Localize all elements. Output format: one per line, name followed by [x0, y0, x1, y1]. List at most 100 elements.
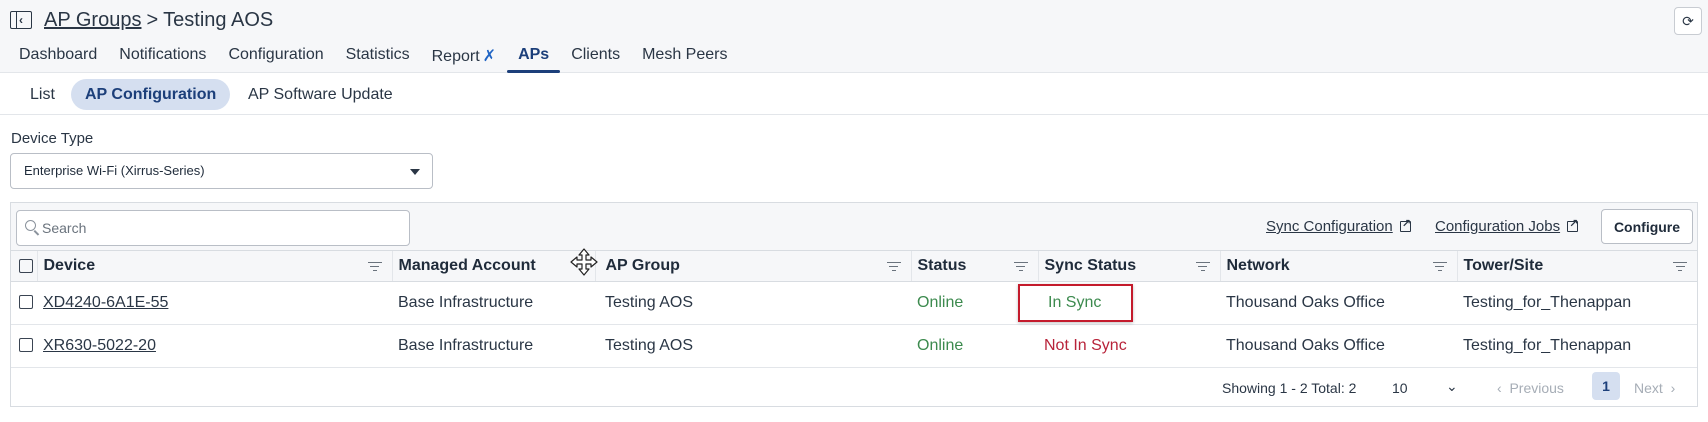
- row-select-cell: [11, 281, 37, 325]
- device-cell: XD4240-6A1E-55: [37, 281, 392, 325]
- next-label: Next: [1634, 380, 1663, 396]
- column-header-status[interactable]: Status: [911, 251, 1039, 282]
- ap-grid: Sync Configuration Configuration Jobs Co…: [10, 202, 1698, 407]
- device-link[interactable]: XD4240-6A1E-55: [43, 294, 168, 311]
- sync-status-cell: In Sync: [1018, 281, 1220, 325]
- table-row[interactable]: XD4240-6A1E-55 Base Infrastructure Testi…: [11, 281, 1697, 325]
- tab-label: Notifications: [119, 46, 207, 63]
- table-header-row: Device Managed Account AP Group Status S…: [11, 251, 1697, 282]
- tower-site-cell: Testing_for_Thenappan: [1457, 324, 1697, 368]
- chevron-right-icon: ›: [1670, 380, 1676, 396]
- xirrus-x-icon: ✗: [482, 48, 497, 65]
- column-header-network[interactable]: Network: [1220, 251, 1458, 282]
- next-page-button[interactable]: Next ›: [1634, 380, 1675, 396]
- tab-dashboard[interactable]: Dashboard: [8, 40, 108, 73]
- ap-table: Device Managed Account AP Group Status S…: [11, 251, 1697, 368]
- refresh-icon: ⟳: [1682, 12, 1694, 29]
- managed-account-cell: Base Infrastructure: [392, 281, 595, 325]
- tab-label: Dashboard: [19, 46, 98, 63]
- column-label: Sync Status: [1044, 256, 1137, 274]
- column-label: Network: [1226, 256, 1290, 274]
- column-label: Managed Account: [398, 256, 536, 274]
- breadcrumb-ap-groups[interactable]: AP Groups: [44, 9, 141, 31]
- filter-icon[interactable]: [1195, 262, 1210, 271]
- filter-icon[interactable]: [1013, 262, 1028, 271]
- network-cell: Thousand Oaks Office: [1220, 324, 1457, 368]
- chevron-down-icon[interactable]: ⌄: [1446, 378, 1458, 395]
- device-type-label: Device Type: [11, 130, 94, 147]
- external-link-icon: [1399, 217, 1411, 232]
- filter-icon[interactable]: [1673, 262, 1687, 271]
- tab-report[interactable]: Report ✗: [421, 40, 507, 73]
- tower-site-cell: Testing_for_Thenappan: [1457, 281, 1697, 325]
- refresh-button[interactable]: ⟳: [1674, 7, 1702, 35]
- main-tabs: Dashboard Notifications Configuration St…: [8, 40, 738, 73]
- configuration-jobs-label: Configuration Jobs: [1435, 218, 1561, 235]
- status-cell: Online: [911, 324, 1038, 368]
- tab-configuration[interactable]: Configuration: [217, 40, 334, 73]
- sync-configuration-link[interactable]: Sync Configuration: [1266, 217, 1411, 235]
- row-checkbox[interactable]: [19, 338, 33, 353]
- column-header-tower-site[interactable]: Tower/Site: [1457, 251, 1697, 282]
- tab-label: Mesh Peers: [642, 46, 728, 63]
- column-header-device[interactable]: Device: [37, 251, 393, 282]
- tab-notifications[interactable]: Notifications: [108, 40, 217, 73]
- device-link[interactable]: XR630-5022-20: [43, 337, 156, 354]
- grid-toolbar: Sync Configuration Configuration Jobs Co…: [11, 203, 1697, 251]
- configuration-jobs-link[interactable]: Configuration Jobs: [1435, 217, 1578, 235]
- select-all-cell: [11, 251, 38, 282]
- chevron-left-icon: ‹: [1497, 380, 1502, 396]
- search-icon: [25, 220, 36, 231]
- tab-clients[interactable]: Clients: [560, 40, 631, 73]
- device-type-select[interactable]: Enterprise Wi-Fi (Xirrus-Series): [10, 153, 433, 189]
- tab-aps[interactable]: APs: [507, 40, 561, 73]
- breadcrumb-separator: >: [146, 8, 159, 31]
- tab-statistics[interactable]: Statistics: [335, 40, 421, 73]
- column-header-sync-status[interactable]: Sync Status: [1038, 251, 1221, 282]
- subtab-ap-configuration[interactable]: AP Configuration: [71, 79, 231, 110]
- sync-status-highlight: In Sync: [1018, 283, 1134, 322]
- previous-label: Previous: [1509, 380, 1564, 396]
- external-link-icon: [1567, 217, 1578, 232]
- column-label: Status: [917, 256, 967, 274]
- subtab-list[interactable]: List: [16, 79, 69, 110]
- page-title: AP Groups > Testing AOS: [44, 9, 273, 32]
- pagination-info: Showing 1 - 2 Total: 2: [1222, 380, 1357, 396]
- sync-configuration-label: Sync Configuration: [1266, 218, 1393, 235]
- move-cursor-icon: [570, 248, 598, 276]
- filter-icon[interactable]: [1432, 262, 1447, 271]
- column-label: AP Group: [605, 256, 680, 274]
- column-label: Device: [43, 256, 96, 274]
- tab-label: Report: [431, 48, 480, 65]
- row-checkbox[interactable]: [19, 295, 33, 310]
- column-header-managed-account[interactable]: Managed Account: [392, 251, 596, 282]
- row-select-cell: [11, 324, 37, 368]
- search-input[interactable]: [42, 211, 402, 245]
- search-box[interactable]: [16, 210, 410, 246]
- table-row[interactable]: XR630-5022-20 Base Infrastructure Testin…: [11, 324, 1697, 368]
- select-all-checkbox[interactable]: [19, 258, 33, 273]
- collapse-panel-icon[interactable]: ‹: [10, 11, 32, 29]
- managed-account-cell: Base Infrastructure: [392, 324, 595, 368]
- subtab-ap-software-update[interactable]: AP Software Update: [234, 79, 407, 110]
- tab-label: Clients: [571, 46, 621, 63]
- ap-group-cell: Testing AOS: [595, 281, 911, 325]
- sync-status-cell: Not In Sync: [1038, 324, 1220, 368]
- title-row: ‹ AP Groups > Testing AOS: [10, 8, 273, 32]
- configure-button[interactable]: Configure: [1601, 209, 1693, 244]
- ap-group-cell: Testing AOS: [595, 324, 911, 368]
- column-header-ap-group[interactable]: AP Group: [595, 251, 912, 282]
- current-page-button[interactable]: 1: [1592, 372, 1620, 400]
- previous-page-button[interactable]: ‹ Previous: [1497, 380, 1564, 396]
- network-cell: Thousand Oaks Office: [1220, 281, 1457, 325]
- column-label: Tower/Site: [1463, 256, 1544, 274]
- filter-icon[interactable]: [367, 262, 382, 271]
- tab-label: APs: [518, 46, 550, 63]
- tab-mesh-peers[interactable]: Mesh Peers: [631, 40, 738, 73]
- filter-icon[interactable]: [886, 262, 901, 271]
- device-cell: XR630-5022-20: [37, 324, 392, 368]
- device-type-value: Enterprise Wi-Fi (Xirrus-Series): [24, 163, 205, 178]
- page-header: ‹ AP Groups > Testing AOS ⟳ Dashboard Noti…: [0, 0, 1708, 73]
- sub-tabs: List AP Configuration AP Software Update: [0, 74, 1708, 115]
- page-size-select[interactable]: 10: [1392, 380, 1408, 396]
